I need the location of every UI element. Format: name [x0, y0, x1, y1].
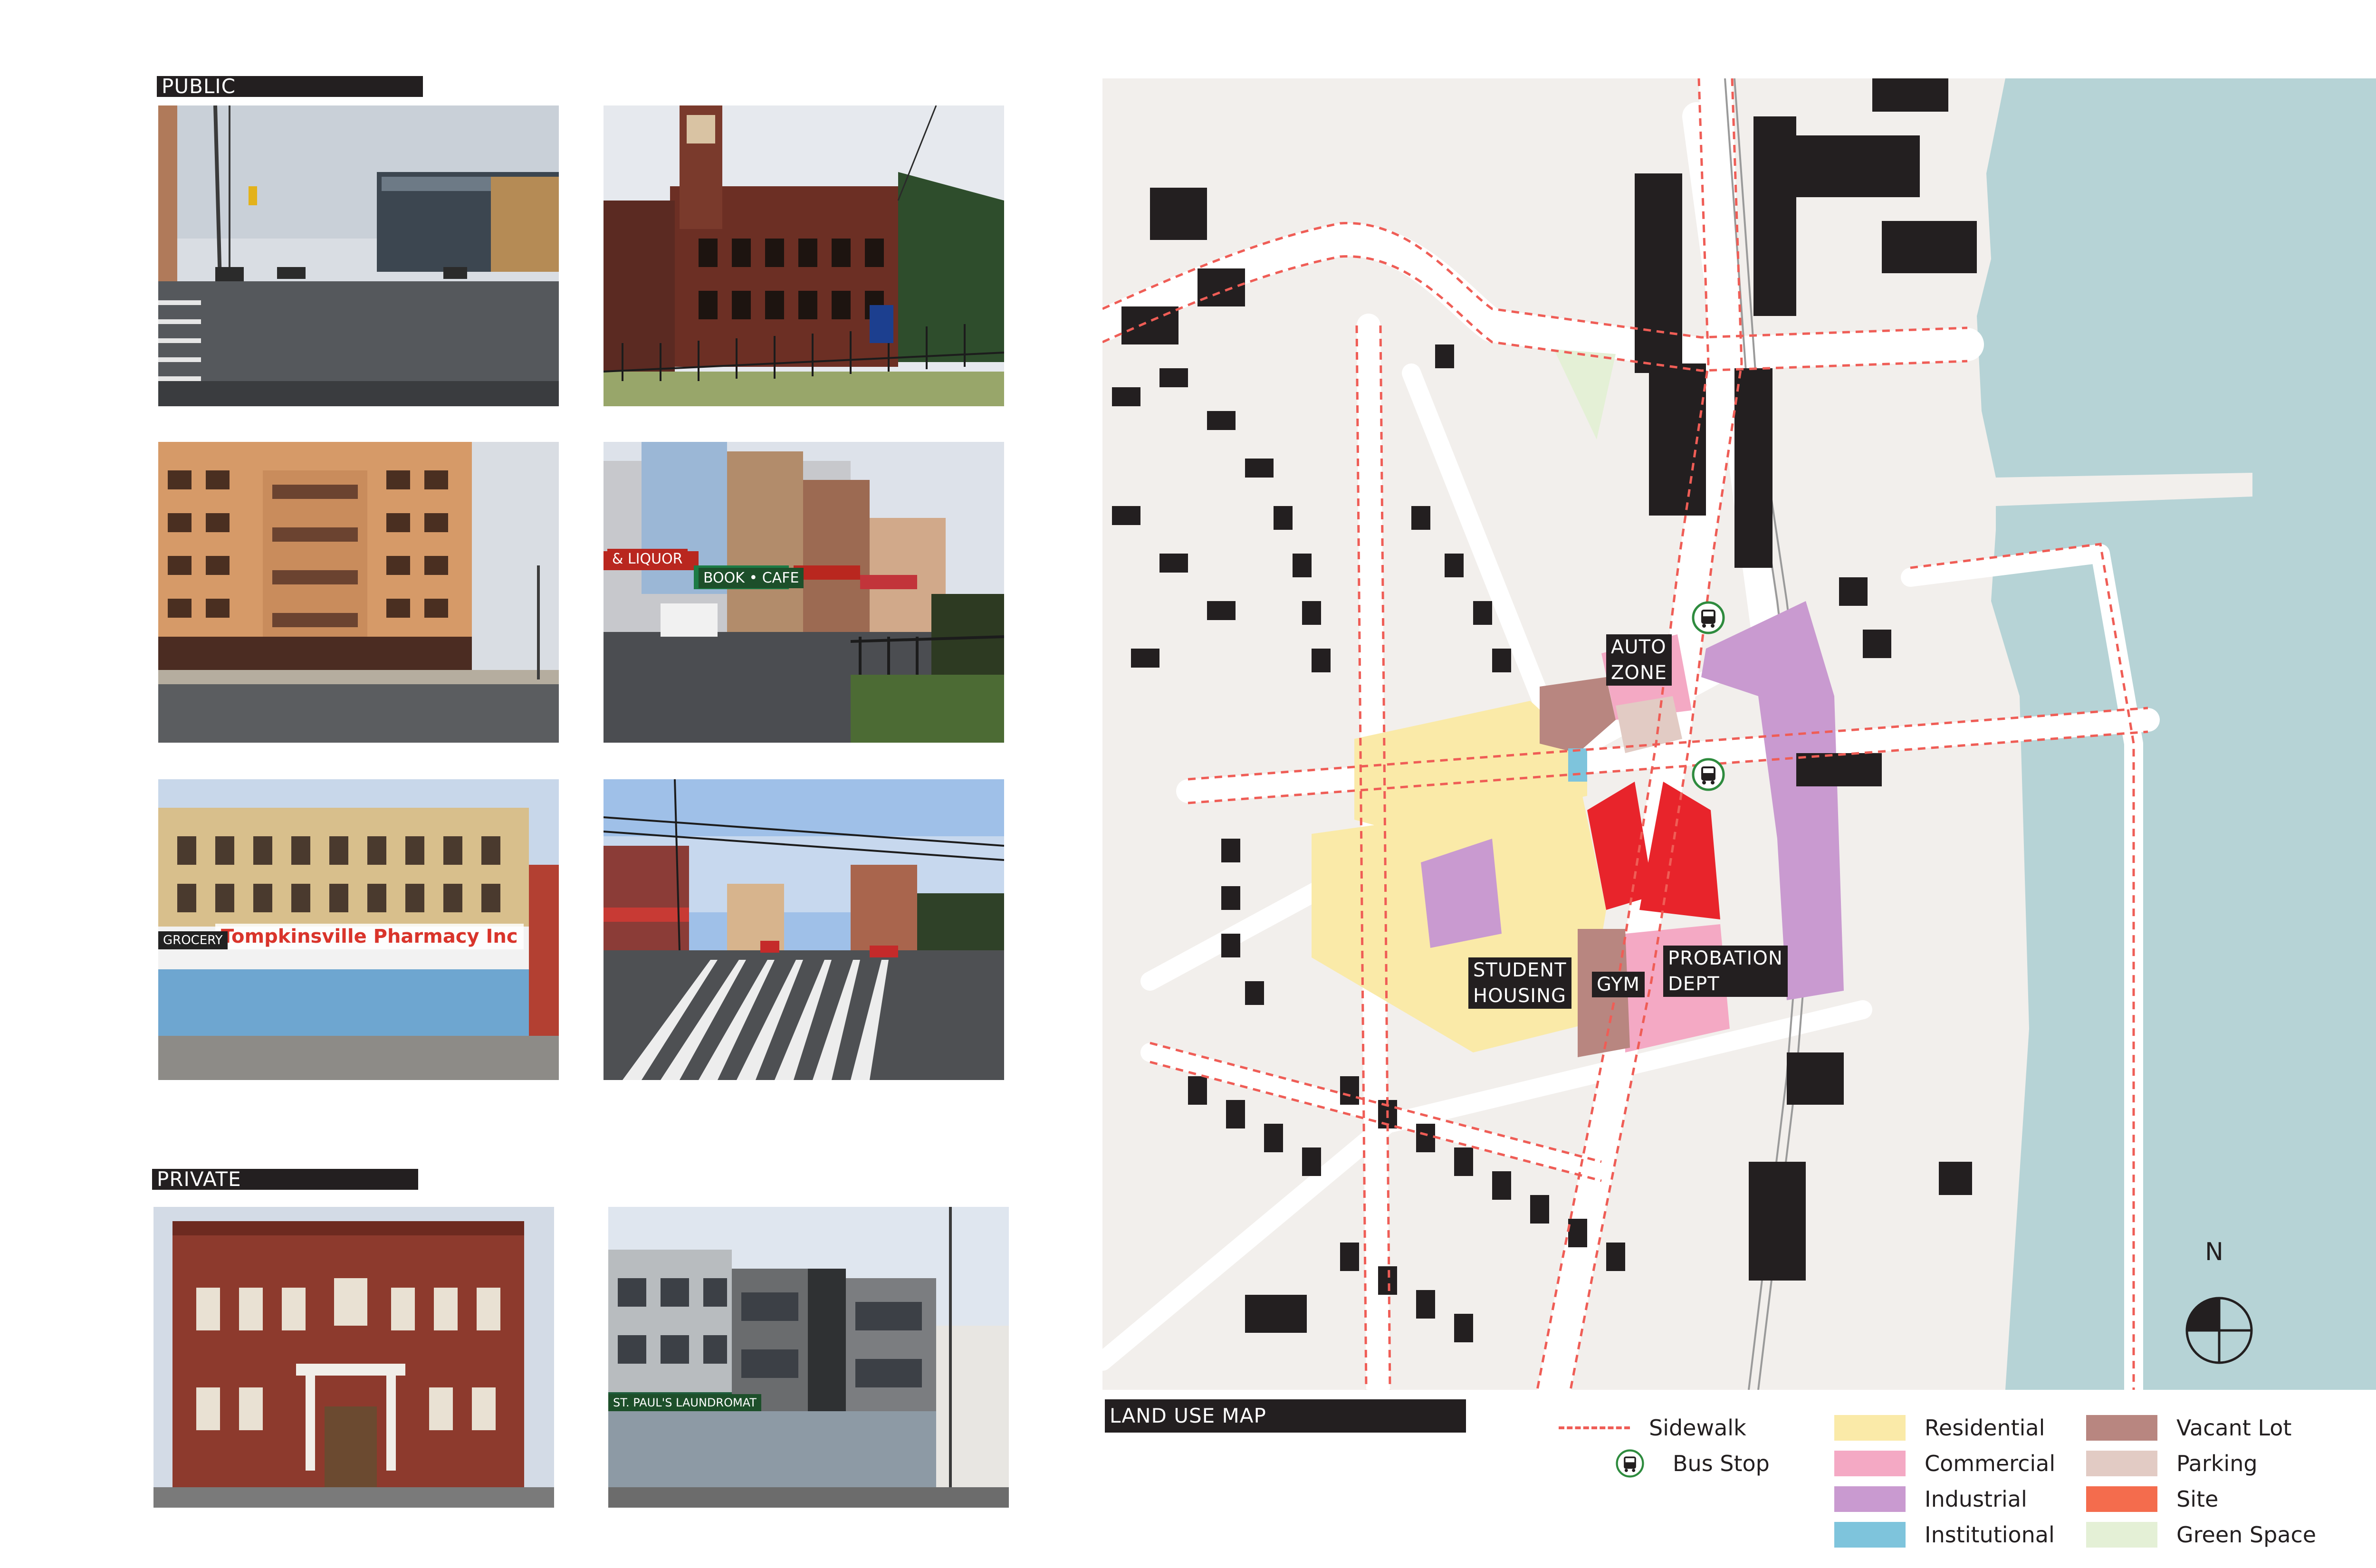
legend-industrial: Industrial: [1834, 1485, 2027, 1513]
legend-commercial-label: Commercial: [1925, 1451, 2056, 1476]
legend-site: Site: [2086, 1485, 2218, 1513]
public-section-title: PUBLIC: [157, 76, 423, 97]
green-space-park: [1554, 349, 1616, 440]
photo-crosswalk: [604, 779, 1004, 1080]
photo-sign-pharmacy: Tompkinsville Pharmacy Inc: [215, 924, 524, 949]
bus-stop-icon: [1692, 758, 1725, 791]
map-section-title: LAND USE MAP: [1105, 1399, 1466, 1433]
legend-vacant-lot-label: Vacant Lot: [2176, 1415, 2292, 1441]
north-label: N: [2205, 1238, 2223, 1266]
legend-bus-stop-label: Bus Stop: [1673, 1451, 1770, 1476]
north-arrow-icon: [2185, 1297, 2253, 1364]
photo-sign-grocery: GROCERY: [158, 931, 228, 949]
legend-bus-stop: Bus Stop: [1616, 1449, 1770, 1478]
sidewalk-swatch: [1559, 1426, 1630, 1429]
legend-sidewalk: Sidewalk: [1559, 1414, 1746, 1442]
residential-swatch: [1834, 1415, 1906, 1441]
site-swatch: [2086, 1486, 2157, 1512]
bus-stop-icon: [1616, 1449, 1644, 1478]
institutional-lot: [1568, 748, 1587, 782]
legend-commercial: Commercial: [1834, 1449, 2055, 1478]
photo-intersection-bridge: [158, 105, 559, 406]
institutional-swatch: [1834, 1522, 1906, 1548]
map-label-student-housing: STUDENT HOUSING: [1468, 957, 1571, 1009]
legend-vacant-lot: Vacant Lot: [2086, 1414, 2291, 1442]
legend-site-label: Site: [2176, 1486, 2219, 1512]
photo-apartment-building: [158, 442, 559, 743]
legend-sidewalk-label: Sidewalk: [1649, 1415, 1746, 1441]
legend-institutional: Institutional: [1834, 1520, 2055, 1549]
map-label-gym: GYM: [1592, 972, 1645, 997]
legend-residential-label: Residential: [1925, 1415, 2045, 1441]
legend-green-space-label: Green Space: [2176, 1522, 2317, 1548]
photo-brick-house: [153, 1207, 554, 1508]
map-legend: Sidewalk Bus Stop Residential Commercial…: [1559, 1414, 2376, 1556]
photo-sign-liquor: & LIQUOR: [607, 549, 688, 569]
legend-green-space: Green Space: [2086, 1520, 2316, 1549]
green-space-swatch: [2086, 1522, 2157, 1548]
land-use-map: AUTO ZONE STUDENT HOUSING GYM PROBATION …: [1102, 78, 2376, 1390]
legend-institutional-label: Institutional: [1925, 1522, 2055, 1548]
legend-parking: Parking: [2086, 1449, 2258, 1478]
map-canvas: [1102, 78, 2376, 1390]
photo-sign-laundromat: ST. PAUL'S LAUNDROMAT: [608, 1394, 761, 1411]
industrial-swatch: [1834, 1486, 1906, 1512]
photo-shopping-street: & LIQUOR BOOK • CAFE: [604, 442, 1004, 743]
photo-school-building: [604, 105, 1004, 406]
private-section-title: PRIVATE: [152, 1169, 418, 1190]
industrial-zone-east: [1701, 601, 1844, 1000]
vacant-lot-swatch: [2086, 1415, 2157, 1441]
photo-pharmacy: Tompkinsville Pharmacy Inc GROCERY: [158, 779, 559, 1080]
map-label-probation-dept: PROBATION DEPT: [1663, 946, 1788, 997]
legend-industrial-label: Industrial: [1925, 1486, 2027, 1512]
bus-stop-icon: [1692, 601, 1725, 634]
legend-parking-label: Parking: [2176, 1451, 2258, 1476]
photo-modern-building: ST. PAUL'S LAUNDROMAT: [608, 1207, 1009, 1508]
map-label-auto-zone: AUTO ZONE: [1606, 634, 1672, 686]
commercial-swatch: [1834, 1451, 1906, 1476]
photo-sign-bookcafe: BOOK • CAFE: [699, 568, 804, 588]
legend-residential: Residential: [1834, 1414, 2045, 1442]
parking-swatch: [2086, 1451, 2157, 1476]
